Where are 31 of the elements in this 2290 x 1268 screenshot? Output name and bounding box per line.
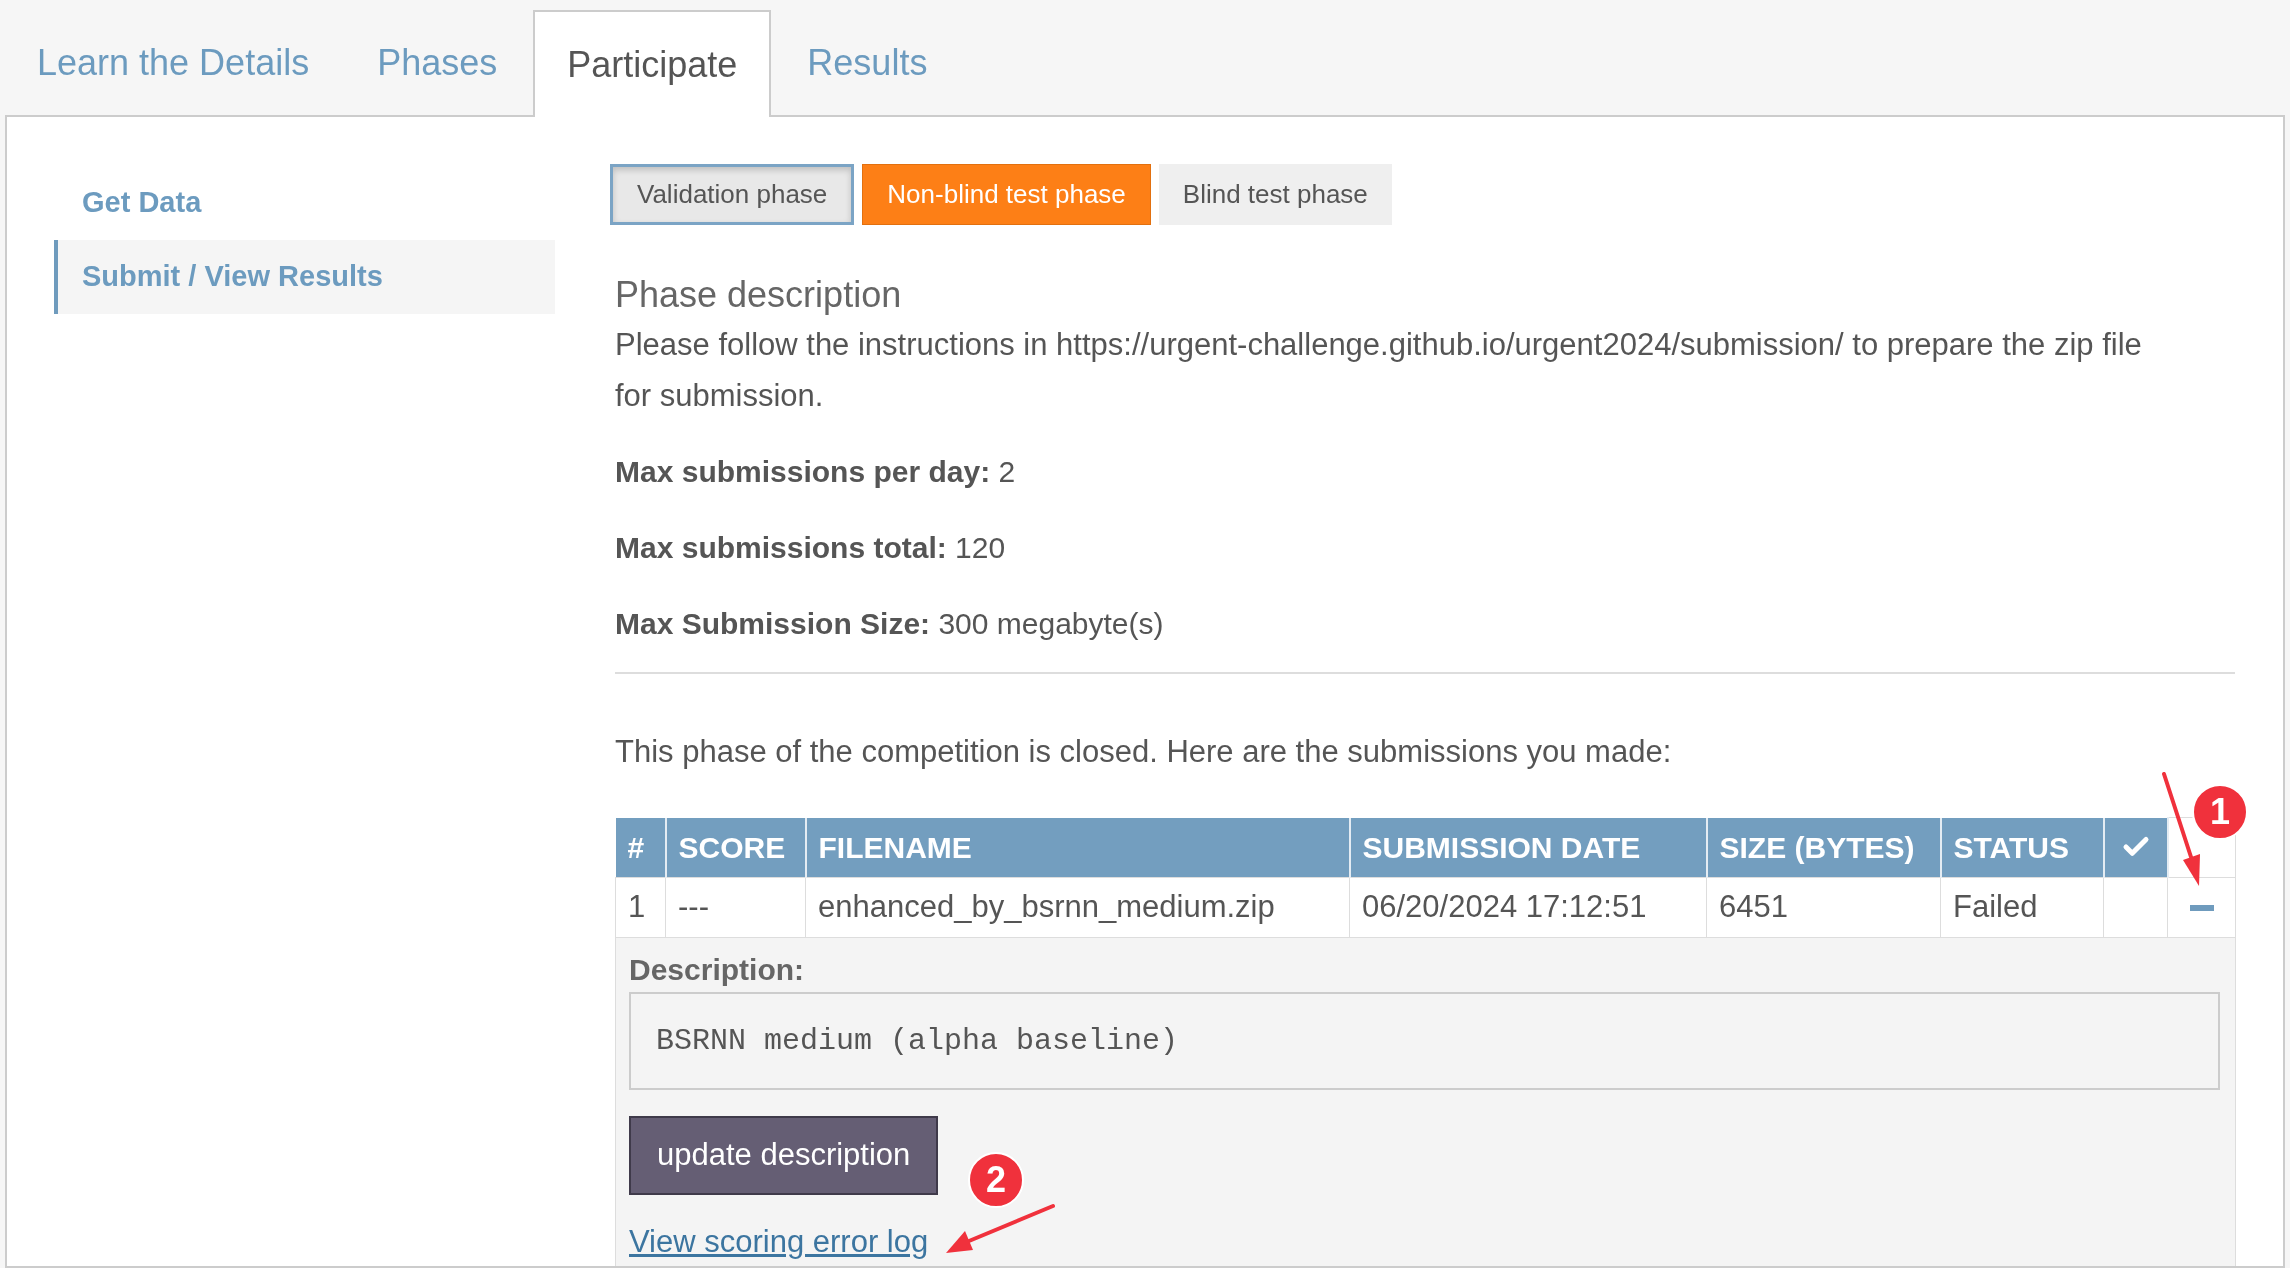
column-header: SUBMISSION DATE <box>1349 817 1707 878</box>
tab[interactable]: Results <box>775 10 960 115</box>
sidebar-item[interactable]: Get Data <box>54 166 555 240</box>
phase-button[interactable]: Validation phase <box>610 164 855 225</box>
column-header: SCORE <box>665 817 806 878</box>
tab[interactable]: Learn the Details <box>5 10 342 115</box>
column-header: STATUS <box>1940 817 2104 878</box>
table-cell: 06/20/2024 17:12:51 <box>1349 877 1707 938</box>
limit-text: Max submissions per day: 2 <box>615 454 1017 490</box>
phase-button[interactable]: Non-blind test phase <box>862 164 1151 225</box>
sidebar-item[interactable]: Submit / View Results <box>54 240 555 314</box>
description-field[interactable]: BSRNN medium (alpha baseline) <box>629 992 2220 1090</box>
update-button[interactable]: update description <box>629 1116 939 1195</box>
column-header: SIZE (BYTES) <box>1706 817 1941 878</box>
error-log-link[interactable]: View scoring error log <box>629 1224 929 1259</box>
tab[interactable]: Phases <box>345 10 530 115</box>
table-cell: enhanced_by_bsrnn_medium.zip <box>805 877 1350 938</box>
description-text: Please follow the instructions in https://urgent-challenge.github.io/urgent2024/submission/ to prepare the zip file for submission. <box>615 326 2143 415</box>
tab[interactable]: Participate <box>533 10 772 117</box>
column-header: FILENAME <box>805 817 1350 878</box>
limit-text: Max submissions total: 120 <box>615 530 1007 566</box>
intro-text: This phase of the competition is closed. Here are the submissions you made: <box>615 733 1673 771</box>
table-cell: Failed <box>1940 877 2104 938</box>
phase-button[interactable]: Blind test phase <box>1158 164 1392 225</box>
limit-text: Max Submission Size: 300 megabyte(s) <box>615 606 1165 642</box>
column-header: # <box>615 817 666 878</box>
table-cell: --- <box>665 877 806 938</box>
section-heading: Phase description <box>615 275 903 315</box>
table-cell: 6451 <box>1706 877 1941 938</box>
table-cell: 1 <box>615 877 666 938</box>
field-label: Description: <box>629 952 806 988</box>
